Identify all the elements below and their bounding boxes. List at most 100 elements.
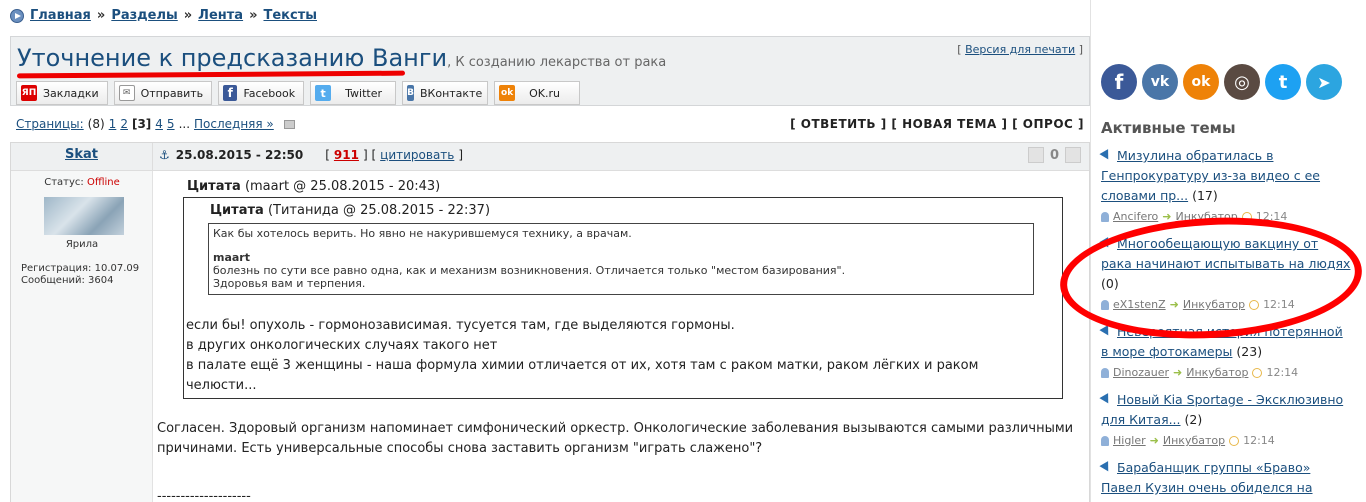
quote-outer-line: в других онкологических случаях такого н… <box>186 338 498 353</box>
share-label: Закладки <box>43 86 99 100</box>
print-version-wrap: [ Версия для печати ] <box>957 43 1083 56</box>
quote-outer-line: в палате ещё 3 женщины - наша формула хи… <box>186 358 979 393</box>
post-author-cell: Skat <box>11 143 153 171</box>
arrow-down-icon <box>1099 149 1113 162</box>
clock-icon <box>1252 368 1263 378</box>
topic-user[interactable]: Dinozauer <box>1113 363 1169 383</box>
user-status-value: Offline <box>86 177 120 188</box>
page-link-4[interactable]: 4 <box>155 117 163 131</box>
breadcrumb-home[interactable]: Главная <box>30 8 91 23</box>
post: Skat ⚓ 25.08.2015 - 22:50 [ 911 ] [ цити… <box>10 142 1090 502</box>
vote-down-icon[interactable] <box>1027 147 1044 163</box>
topic-section[interactable]: Инкубатор <box>1163 431 1225 451</box>
arrow-right-icon: ➜ <box>1173 366 1183 379</box>
breadcrumb-separator: » <box>96 8 106 23</box>
quote-outer-text: если бы! опухоль - гормонозависимая. тус… <box>186 316 1046 396</box>
topic-count: (2) <box>1184 412 1203 427</box>
topic-meta: Higler ➜ Инкубатор 12:14 <box>1101 430 1351 452</box>
post-meta: ⚓ 25.08.2015 - 22:50 [ 911 ] [ цитироват… <box>159 148 463 162</box>
topic-section[interactable]: Инкубатор <box>1183 295 1245 315</box>
topic-user[interactable]: eX1stenZ <box>1113 295 1166 315</box>
quote-link[interactable]: цитировать <box>380 148 454 162</box>
page-jump-icon[interactable] <box>283 119 295 129</box>
arrow-down-icon <box>1099 461 1113 474</box>
post-rating: 0 <box>1027 147 1081 163</box>
user-icon <box>1101 300 1109 310</box>
ok-icon[interactable]: ok <box>1183 64 1219 100</box>
user-registered: Регистрация: 10.07.09 <box>21 263 140 274</box>
topic-section[interactable]: Инкубатор <box>1175 207 1237 227</box>
print-version-link[interactable]: Версия для печати <box>965 43 1075 56</box>
anchor-icon[interactable]: ⚓ <box>159 148 170 162</box>
share-bar: ЯП Закладки ✉ Отправить f Facebook t Twitter… <box>16 81 581 105</box>
quote-inner-line: Как бы хотелось верить. Но явно не накур… <box>213 227 632 240</box>
page-link-1[interactable]: 1 <box>109 117 117 131</box>
page-link-last[interactable]: Последняя » <box>194 117 274 131</box>
page-link-5[interactable]: 5 <box>167 117 175 131</box>
topic-time: 12:14 <box>1266 366 1299 379</box>
post-text: Согласен. Здоровый организм напоминает с… <box>157 421 1074 456</box>
quote-outer-box: Цитата (Титанида @ 25.08.2015 - 22:37) К… <box>183 197 1063 399</box>
quote-inner-author: maart <box>213 251 250 264</box>
active-topics-list: Мизулина обратилась в Генпрокуратуру из-… <box>1099 146 1351 498</box>
reply-button[interactable]: [ ОТВЕТИТЬ ] <box>790 117 887 131</box>
home-icon[interactable] <box>10 8 24 23</box>
topic-section[interactable]: Инкубатор <box>1186 363 1248 383</box>
topic-meta: eX1stenZ ➜ Инкубатор 12:14 <box>1101 294 1351 316</box>
topic-user[interactable]: Higler <box>1113 431 1146 451</box>
post-header: Skat ⚓ 25.08.2015 - 22:50 [ 911 ] [ цити… <box>11 143 1089 171</box>
breadcrumb-texts[interactable]: Тексты <box>263 8 317 23</box>
share-ok-button[interactable]: ok OK.ru <box>494 81 581 105</box>
topic-link[interactable]: Новый Kia Sportage - Эксклюзивно для Кит… <box>1101 392 1343 427</box>
ya-icon: ЯП <box>21 85 37 101</box>
breadcrumb-sections[interactable]: Разделы <box>111 8 177 23</box>
share-vk-button[interactable]: B ВКонтакте <box>402 81 489 105</box>
topic-user[interactable]: Ancifero <box>1113 207 1158 227</box>
telegram-icon[interactable]: ➤ <box>1306 64 1342 100</box>
topic-time: 12:14 <box>1263 298 1295 311</box>
twitter-icon: t <box>315 85 332 101</box>
topic-description: , К созданию лекарства от рака <box>447 55 667 70</box>
instagram-icon[interactable]: ◎ <box>1224 64 1260 100</box>
clock-icon <box>1229 436 1240 446</box>
social-links: f vk ok ◎ t ➤ <box>1101 64 1342 100</box>
topic-link[interactable]: Многообещающую вакцину от рака начинают … <box>1101 236 1350 271</box>
topic-count: (23) <box>1236 344 1263 359</box>
topic-link[interactable]: Барабанщик группы «Браво» Павел Кузин оч… <box>1101 460 1313 495</box>
topic-count: (0) <box>1101 276 1119 291</box>
post-date: 25.08.2015 - 22:50 <box>175 148 304 162</box>
pagination-ellipsis: ... <box>178 117 191 131</box>
share-label: OK.ru <box>529 86 560 100</box>
vote-up-icon[interactable] <box>1065 147 1081 163</box>
share-label: ВКонтакте <box>420 86 483 100</box>
page-link-2[interactable]: 2 <box>120 117 128 131</box>
vk-icon[interactable]: vk <box>1142 64 1178 100</box>
share-twitter-button[interactable]: t Twitter <box>310 81 397 105</box>
twitter-icon[interactable]: t <box>1265 64 1301 100</box>
share-facebook-button[interactable]: f Facebook <box>218 81 305 105</box>
pagination-label[interactable]: Страницы: <box>16 117 84 131</box>
share-label: Отправить <box>140 86 204 100</box>
quote-inner-label: Цитата (Титанида @ 25.08.2015 - 22:37) <box>210 203 491 218</box>
poll-button[interactable]: [ ОПРОС ] <box>1012 117 1084 131</box>
list-item: Невероятная история потерянной в море фо… <box>1099 322 1351 384</box>
new-topic-button[interactable]: [ НОВАЯ ТЕМА ] <box>891 117 1007 131</box>
share-send-button[interactable]: ✉ Отправить <box>113 81 213 105</box>
quote-inner-line: болезнь по сути все равно одна, как и ме… <box>213 264 846 277</box>
pagination: Страницы: (8) 1 2 [3] 4 5 ... Последняя … <box>16 117 295 131</box>
bracket-close: ] [ <box>362 148 377 162</box>
arrow-right-icon: ➜ <box>1149 434 1159 447</box>
list-item: Барабанщик группы «Браво» Павел Кузин оч… <box>1099 458 1351 498</box>
user-messages: Сообщений: 3604 <box>21 275 114 286</box>
topic-link[interactable]: Невероятная история потерянной в море фо… <box>1101 324 1343 359</box>
share-bookmarks-button[interactable]: ЯП Закладки <box>16 81 108 105</box>
avatar[interactable] <box>44 197 124 235</box>
topic-meta: Dinozauer ➜ Инкубатор 12:14 <box>1101 362 1351 384</box>
post-number-link[interactable]: 911 <box>334 148 359 162</box>
topic-title: Уточнение к предсказанию Ванги <box>17 44 448 72</box>
signature-separator: -------------------- <box>157 489 251 502</box>
post-author[interactable]: Skat <box>65 147 98 162</box>
breadcrumb-feed[interactable]: Лента <box>198 8 243 23</box>
facebook-icon[interactable]: f <box>1101 64 1137 100</box>
pagination-total: (8) <box>87 117 105 131</box>
